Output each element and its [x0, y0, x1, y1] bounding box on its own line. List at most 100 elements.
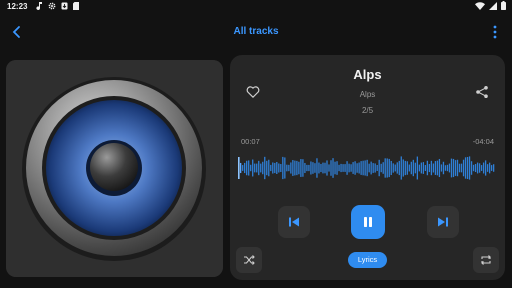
waveform-bar	[486, 164, 489, 172]
waveform-bar	[314, 163, 316, 173]
waveform-bar	[462, 159, 465, 177]
waveform-bar	[492, 164, 495, 172]
waveform-bar	[266, 160, 268, 176]
play-pause-button[interactable]	[351, 205, 385, 239]
waveform-bar	[394, 164, 396, 172]
waveform-bar	[438, 158, 441, 178]
waveform-bar	[342, 164, 344, 172]
next-button[interactable]	[427, 206, 459, 238]
sd-card-icon	[73, 2, 79, 10]
waveform-bar	[430, 160, 433, 176]
waveform-bar	[380, 163, 382, 173]
album-art	[6, 60, 223, 277]
waveform-bar	[270, 164, 272, 172]
page-title[interactable]: All tracks	[0, 26, 512, 37]
waveform-bar	[454, 160, 457, 176]
settings-gear-icon	[48, 2, 56, 10]
waveform-bar	[368, 163, 370, 173]
waveform-bar	[242, 165, 244, 171]
skip-previous-icon	[289, 217, 299, 227]
track-title: Alps	[353, 67, 382, 82]
shuffle-icon	[244, 255, 255, 265]
waveform-bar	[474, 163, 477, 173]
battery-icon	[501, 1, 506, 10]
waveform-bar	[244, 162, 246, 174]
status-time: 12:23	[7, 2, 28, 11]
waveform-bar	[426, 160, 429, 176]
waveform-bar	[478, 163, 481, 173]
waveform-bar	[444, 165, 447, 171]
waveform-bar	[320, 163, 322, 173]
waveform-bar	[256, 163, 258, 173]
track-artist: Alps	[359, 90, 376, 99]
waveform-bar	[414, 162, 416, 174]
waveform-bar	[420, 162, 423, 174]
waveform-bar	[306, 164, 308, 172]
waveform-bar	[366, 159, 368, 177]
waveform-bar	[466, 156, 469, 180]
waveform-bar	[312, 162, 314, 174]
waveform-bar	[412, 159, 414, 177]
status-system-icons	[475, 1, 506, 10]
waveform-bar	[288, 164, 290, 172]
waveform-bar	[336, 161, 338, 175]
waveform-seekbar[interactable]	[238, 151, 495, 185]
lyrics-button[interactable]: Lyrics	[348, 252, 387, 268]
shuffle-button[interactable]	[236, 247, 262, 273]
waveform-bar	[304, 162, 306, 174]
waveform-bar	[276, 161, 278, 174]
waveform-bar	[388, 158, 390, 178]
waveform-bar	[286, 164, 288, 172]
waveform-bar	[324, 162, 326, 174]
waveform-bar	[376, 164, 378, 171]
waveform-bar	[344, 164, 346, 172]
remaining-time: -04:04	[472, 137, 494, 146]
waveform-bar	[446, 164, 449, 172]
waveform-bar	[358, 162, 360, 174]
more-vertical-icon[interactable]	[492, 24, 498, 40]
waveform-bar	[354, 161, 356, 175]
waveform-bar	[400, 156, 402, 180]
waveform-bar	[240, 162, 242, 174]
status-bar: 12:23	[0, 0, 512, 14]
waveform-bar	[308, 164, 310, 172]
waveform-bar	[362, 160, 364, 176]
player-card: Alps Alps 2/5 00:07 -04:04 Lyrics	[230, 55, 505, 280]
repeat-button[interactable]	[473, 247, 499, 273]
waveform-bar	[364, 160, 366, 176]
waveform-bar	[326, 160, 328, 176]
waveform-bar	[356, 163, 358, 173]
waveform-bar	[450, 158, 453, 178]
share-icon[interactable]	[475, 85, 489, 99]
waveform-bar	[338, 164, 340, 172]
waveform-bar	[268, 159, 270, 177]
music-note-icon	[36, 2, 42, 10]
waveform-bar	[360, 161, 362, 175]
previous-button[interactable]	[278, 206, 310, 238]
waveform-bar	[280, 164, 282, 172]
playhead-marker[interactable]	[238, 157, 240, 179]
waveform-bar	[346, 161, 348, 175]
waveform-bar	[386, 158, 388, 178]
waveform-bar	[334, 161, 336, 175]
waveform-bar	[410, 161, 412, 175]
waveform-bar	[264, 156, 266, 180]
waveform-bar	[490, 165, 493, 171]
track-position: 2/5	[361, 106, 374, 115]
waveform-bar	[470, 161, 473, 175]
waveform-bar	[424, 165, 427, 171]
waveform-bar	[350, 164, 352, 172]
waveform-bar	[456, 159, 459, 177]
repeat-icon	[481, 255, 491, 265]
waveform-bar	[294, 160, 296, 176]
app-bar: All tracks	[0, 20, 512, 42]
download-box-icon	[61, 2, 68, 10]
waveform-bar	[434, 161, 437, 175]
waveform-bar	[296, 160, 298, 176]
waveform-bar	[484, 160, 487, 176]
waveform-bar	[300, 159, 302, 177]
waveform-bar	[260, 163, 262, 173]
waveform-bar	[398, 160, 400, 176]
waveform-bar	[404, 160, 406, 176]
waveform-bar	[428, 163, 431, 173]
